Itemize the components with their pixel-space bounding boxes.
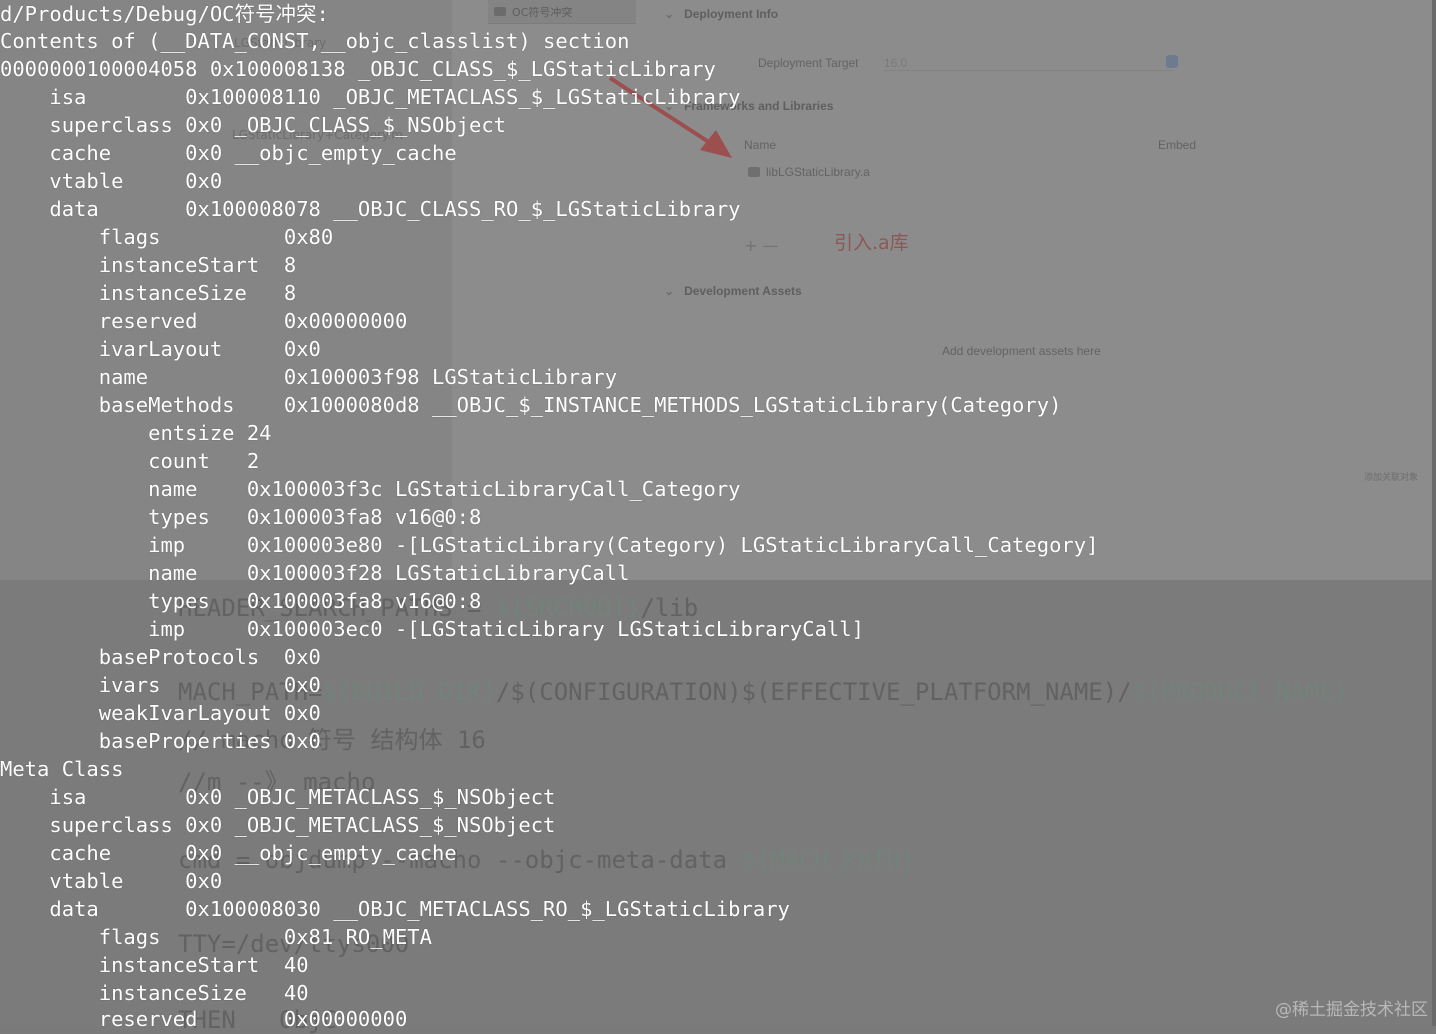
terminal-line: vtable 0x0 <box>0 169 223 193</box>
terminal-line: types 0x100003fa8 v16@0:8 <box>0 505 482 529</box>
terminal-line: data 0x100008078 __OBJC_CLASS_RO_$_LGSta… <box>0 197 741 221</box>
terminal-line: entsize 24 <box>0 421 272 445</box>
terminal-line: Contents of (__DATA_CONST,__objc_classli… <box>0 29 630 53</box>
terminal-line: cache 0x0 __objc_empty_cache <box>0 141 457 165</box>
terminal-line: reserved 0x00000000 <box>0 309 408 333</box>
terminal-line: instanceStart 40 <box>0 953 309 977</box>
terminal-line: reserved 0x00000000 <box>0 1007 408 1031</box>
terminal-line: ivarLayout 0x0 <box>0 337 321 361</box>
terminal-line: imp 0x100003e80 -[LGStaticLibrary(Catego… <box>0 533 1099 557</box>
terminal-line: superclass 0x0 _OBJC_CLASS_$_NSObject <box>0 113 507 137</box>
terminal-line: isa 0x0 _OBJC_METACLASS_$_NSObject <box>0 785 556 809</box>
terminal-line: 0000000100004058 0x100008138 _OBJC_CLASS… <box>0 57 716 81</box>
terminal-line: instanceStart 8 <box>0 253 297 277</box>
terminal-line: name 0x100003f3c LGStaticLibraryCall_Cat… <box>0 477 741 501</box>
terminal-line: baseMethods 0x1000080d8 __OBJC_$_INSTANC… <box>0 393 1062 417</box>
terminal-line: count 2 <box>0 449 260 473</box>
terminal-line: baseProperties 0x0 <box>0 729 321 753</box>
terminal-line: instanceSize 40 <box>0 981 309 1005</box>
terminal-line: name 0x100003f28 LGStaticLibraryCall <box>0 561 630 585</box>
terminal-line: Meta Class <box>0 757 124 781</box>
terminal-line: weakIvarLayout 0x0 <box>0 701 321 725</box>
terminal-line: ivars 0x0 <box>0 673 321 697</box>
terminal-line: data 0x100008030 __OBJC_METACLASS_RO_$_L… <box>0 897 790 921</box>
code-line-mach-path: MACH_PATH=${BUILD_DIR}/$(CONFIGURATION)$… <box>178 678 1349 706</box>
watermark: @稀土掘金技术社区 <box>1275 1000 1428 1020</box>
terminal-line: cache 0x0 __objc_empty_cache <box>0 841 457 865</box>
terminal-line: vtable 0x0 <box>0 869 223 893</box>
terminal-line: instanceSize 8 <box>0 281 297 305</box>
terminal-line: imp 0x100003ec0 -[LGStaticLibrary LGStat… <box>0 617 864 641</box>
terminal-line: flags 0x81 RO_META <box>0 925 432 949</box>
terminal-line: flags 0x80 <box>0 225 334 249</box>
terminal-line: superclass 0x0 _OBJC_METACLASS_$_NSObjec… <box>0 813 556 837</box>
terminal-line: types 0x100003fa8 v16@0:8 <box>0 589 482 613</box>
terminal-line: d/Products/Debug/OC符号冲突: <box>0 2 329 26</box>
terminal-line: baseProtocols 0x0 <box>0 645 321 669</box>
terminal-line: isa 0x100008110 _OBJC_METACLASS_$_LGStat… <box>0 85 741 109</box>
terminal-line: name 0x100003f98 LGStaticLibrary <box>0 365 618 389</box>
